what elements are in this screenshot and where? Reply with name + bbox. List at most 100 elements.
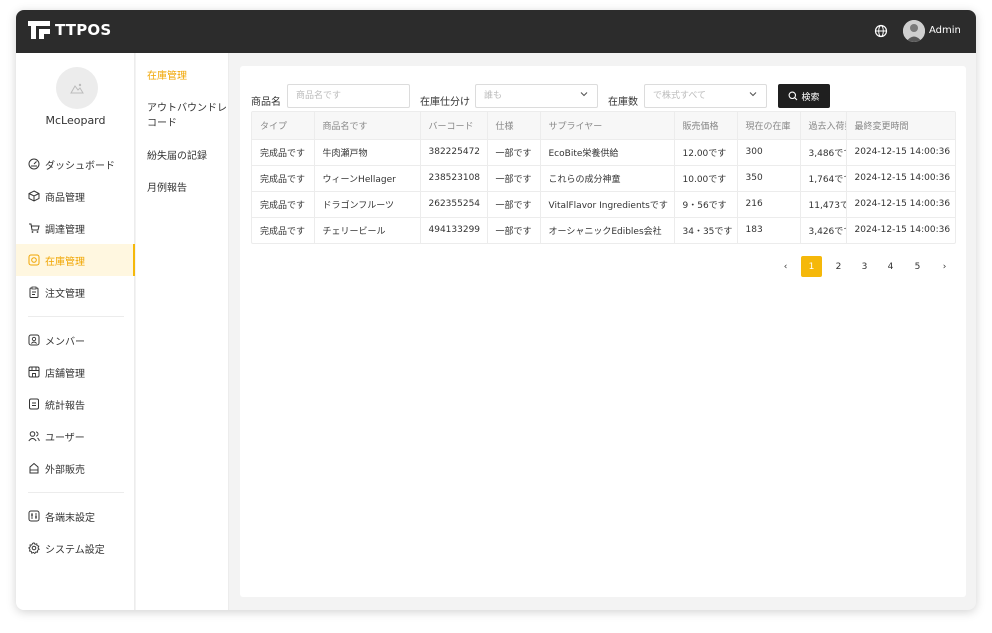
sidebar-divider xyxy=(28,492,124,493)
sidebar-item-inventory[interactable]: 在庫管理 xyxy=(16,244,135,276)
pagination-page-5[interactable]: 5 xyxy=(907,256,928,277)
sidebar-item-external-sales[interactable]: 外部販売 xyxy=(16,452,135,484)
report-icon xyxy=(29,398,39,410)
pagination-page-3[interactable]: 3 xyxy=(854,256,875,277)
table-cell: 2024-12-15 14:00:36 xyxy=(846,190,955,217)
column-header[interactable]: 最終変更時間 xyxy=(846,112,955,139)
table-cell: EcoBite栄養供給 xyxy=(540,138,675,165)
table-cell: 2024-12-15 14:00:36 xyxy=(846,138,955,165)
column-header[interactable]: サプライヤー xyxy=(540,112,675,139)
member-icon xyxy=(28,334,40,346)
brand-logo[interactable]: TTPOS xyxy=(28,21,111,39)
pagination-page-4[interactable]: 4 xyxy=(880,256,901,277)
table-cell: 牛肉瀬戸物 xyxy=(314,138,421,165)
stock-category-label: 在庫仕分け xyxy=(420,97,470,108)
subnav-item-inventory[interactable]: 在庫管理 xyxy=(147,69,227,84)
search-button[interactable]: 検索 xyxy=(778,84,830,108)
sidebar-item-label: 統計報告 xyxy=(45,400,85,412)
inventory-icon xyxy=(28,254,40,266)
sidebar-item-orders[interactable]: 注文管理 xyxy=(16,276,135,308)
table-cell: 完成品です xyxy=(252,164,315,191)
stock-category-placeholder: 誰も xyxy=(484,91,503,101)
table-cell: 300 xyxy=(737,138,801,165)
gear-icon xyxy=(28,542,40,554)
clipboard-icon xyxy=(29,286,39,298)
sidebar-item-label: 外部販売 xyxy=(45,464,85,476)
sidebar-item-label: 各端末設定 xyxy=(45,512,95,524)
table-cell: 9・56です xyxy=(674,190,738,217)
table-cell: 完成品です xyxy=(252,216,315,243)
column-header[interactable]: バーコード xyxy=(420,112,488,139)
sidebar-item-users[interactable]: ユーザー xyxy=(16,420,135,452)
sidebar-divider xyxy=(28,316,124,317)
column-header[interactable]: 過去入荷数 xyxy=(800,112,847,139)
table-row[interactable]: 完成品です ウィーンHellager 238523108 一部です これらの成分… xyxy=(252,164,955,191)
subnav-item-loss-records[interactable]: 紛失届の記録 xyxy=(147,149,227,164)
table-cell: これらの成分神童 xyxy=(540,164,675,191)
table-cell: チェリービール xyxy=(314,216,421,243)
pagination-page-2[interactable]: 2 xyxy=(828,256,849,277)
table-cell: 183 xyxy=(737,216,801,243)
sidebar-item-products[interactable]: 商品管理 xyxy=(16,180,135,212)
search-button-label: 検索 xyxy=(801,92,820,103)
table-cell: 3,486です xyxy=(800,138,847,165)
table-cell: ドラゴンフルーツ xyxy=(314,190,421,217)
table-cell: 2024-12-15 14:00:36 xyxy=(846,164,955,191)
product-name-placeholder: 商品名です xyxy=(296,91,342,101)
sidebar-item-label: 商品管理 xyxy=(45,192,85,204)
sidebar-item-system-settings[interactable]: システム設定 xyxy=(16,532,135,564)
image-placeholder-icon xyxy=(70,83,84,94)
table-cell: 1,764です xyxy=(800,164,847,191)
admin-name[interactable]: Admin xyxy=(929,25,961,36)
table-header-row: タイプ 商品名です バーコード 仕様 サプライヤー 販売価格 現在の在庫 過去入… xyxy=(252,112,955,139)
admin-avatar[interactable] xyxy=(903,20,925,42)
table-row[interactable]: 完成品です ドラゴンフルーツ 262355254 一部です VitalFlavo… xyxy=(252,190,955,217)
table-cell: 34・35です xyxy=(674,216,738,243)
table-cell: 一部です xyxy=(487,190,541,217)
cart-icon xyxy=(29,223,40,233)
sidebar-item-label: ユーザー xyxy=(45,432,85,444)
sidebar-item-dashboard[interactable]: ダッシュボード xyxy=(16,148,135,180)
pagination-next-button[interactable]: › xyxy=(934,256,955,277)
sidebar-item-stores[interactable]: 店舗管理 xyxy=(16,356,135,388)
sidebar-item-label: 調達管理 xyxy=(45,224,85,236)
table-cell: 382225472 xyxy=(420,138,488,165)
brand-name: TTPOS xyxy=(55,21,112,39)
sidebar-item-label: 注文管理 xyxy=(45,288,85,300)
table-cell: 12.00です xyxy=(674,138,738,165)
external-icon xyxy=(29,462,39,474)
subnav-item-outbound-records[interactable]: アウトバウンドレコード xyxy=(147,101,227,131)
globe-icon[interactable] xyxy=(874,24,888,38)
sub-navigation: 在庫管理 アウトバウンドレコード 紛失届の記録 月例報告 xyxy=(136,53,229,610)
table-cell: 3,426です xyxy=(800,216,847,243)
pagination-page-1[interactable]: 1 xyxy=(801,256,822,277)
table-cell: 216 xyxy=(737,190,801,217)
table-row[interactable]: 完成品です 牛肉瀬戸物 382225472 一部です EcoBite栄養供給 1… xyxy=(252,138,955,165)
top-bar: TTPOS Admin xyxy=(16,10,976,53)
table-cell: 238523108 xyxy=(420,164,488,191)
stock-count-select[interactable]: で株式すべて xyxy=(644,84,767,108)
sidebar-item-terminal-settings[interactable]: 各端末設定 xyxy=(16,500,135,532)
stock-category-select[interactable]: 誰も xyxy=(475,84,598,108)
table-cell: 10.00です xyxy=(674,164,738,191)
store-name: McLeopard xyxy=(45,114,106,127)
sidebar-item-reports[interactable]: 統計報告 xyxy=(16,388,135,420)
table-cell: 262355254 xyxy=(420,190,488,217)
product-name-input[interactable]: 商品名です xyxy=(287,84,410,108)
sidebar-item-label: メンバー xyxy=(45,336,85,348)
table-cell: オーシャニックEdibles会社 xyxy=(540,216,675,243)
column-header[interactable]: 販売価格 xyxy=(674,112,738,139)
subnav-item-monthly-report[interactable]: 月例報告 xyxy=(147,181,227,196)
sidebar-item-members[interactable]: メンバー xyxy=(16,324,135,356)
sidebar-item-procurement[interactable]: 調達管理 xyxy=(16,212,135,244)
table-row[interactable]: 完成品です チェリービール 494133299 一部です オーシャニックEdib… xyxy=(252,216,955,243)
column-header[interactable]: 現在の在庫 xyxy=(737,112,801,139)
pagination-prev-button[interactable]: ‹ xyxy=(775,256,796,277)
column-header[interactable]: タイプ xyxy=(252,112,315,139)
table-cell: 完成品です xyxy=(252,190,315,217)
main-content: 商品名 商品名です 在庫仕分け 誰も 在庫数 で株式すべて 検索 タイプ 商品名… xyxy=(240,66,966,597)
column-header[interactable]: 仕様 xyxy=(487,112,541,139)
column-header[interactable]: 商品名です xyxy=(314,112,421,139)
store-avatar[interactable] xyxy=(56,67,98,109)
table-cell: 一部です xyxy=(487,138,541,165)
